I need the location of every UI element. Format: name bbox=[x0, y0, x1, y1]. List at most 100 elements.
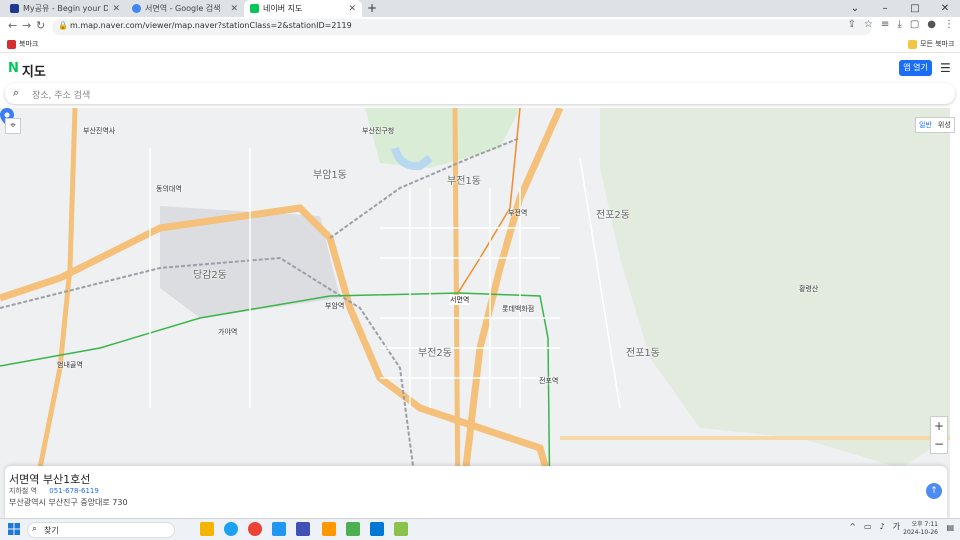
taskbar-search[interactable]: ⌕ 찾기 bbox=[27, 522, 175, 538]
new-tab-button[interactable]: + bbox=[367, 1, 377, 15]
zoom-in-button[interactable]: + bbox=[931, 417, 947, 435]
tab-favicon-icon bbox=[10, 4, 19, 13]
browser-toolbar: ← → ↻ 🔒 m.map.naver.com/viewer/map.naver… bbox=[0, 17, 960, 37]
close-icon[interactable]: ✕ bbox=[112, 4, 120, 14]
zoom-out-button[interactable]: − bbox=[931, 435, 947, 453]
lock-icon: 🔒 bbox=[58, 21, 68, 30]
mountain-area bbox=[600, 108, 950, 468]
tab-2[interactable]: 서면역 - Google 검색 ✕ bbox=[126, 0, 244, 17]
station-label[interactable]: 범내골역 bbox=[57, 360, 83, 370]
more-icon[interactable]: ⋮ bbox=[944, 19, 954, 30]
chevron-up-icon[interactable]: ^ bbox=[849, 522, 856, 531]
naver-map-logo[interactable]: N 지도 bbox=[8, 61, 46, 80]
reload-button[interactable]: ↻ bbox=[36, 19, 45, 32]
directions-arrow-icon[interactable]: ↑ bbox=[926, 483, 942, 499]
station-label[interactable]: 부전역 bbox=[508, 208, 527, 218]
file-explorer-icon[interactable] bbox=[200, 522, 214, 536]
close-icon[interactable]: ✕ bbox=[230, 4, 238, 14]
place-meta: 지하철 역 051-678-6119 bbox=[9, 486, 99, 496]
star-icon[interactable]: ☆ bbox=[864, 19, 873, 30]
place-phone[interactable]: 051-678-6119 bbox=[49, 487, 99, 495]
address-bar[interactable]: 🔒 m.map.naver.com/viewer/map.naver?stati… bbox=[52, 19, 872, 35]
vscode-icon[interactable] bbox=[370, 522, 384, 536]
map-type-satellite[interactable]: 위성 bbox=[935, 118, 954, 132]
search-bar[interactable]: ⌕ 장소, 주소 검색 bbox=[5, 83, 955, 104]
profile-icon[interactable]: ● bbox=[927, 19, 936, 30]
maximize-button[interactable]: □ bbox=[900, 0, 930, 17]
place-address: 부산광역시 부산진구 중앙대로 730 bbox=[9, 498, 128, 507]
tab-title: 서면역 - Google 검색 bbox=[145, 4, 221, 13]
toolbar-icons: ⇪ ☆ ≡ ⤓ ▢ ● ⋮ bbox=[848, 19, 954, 30]
west-road bbox=[27, 108, 78, 518]
forward-button[interactable]: → bbox=[22, 19, 31, 32]
poi-label[interactable]: 부산진구청 bbox=[362, 126, 394, 136]
tab-1[interactable]: My공유 - Begin your Download ✕ bbox=[4, 0, 126, 17]
tab-strip: My공유 - Begin your Download ✕ 서면역 - Googl… bbox=[0, 0, 960, 17]
chevron-down-icon[interactable]: ⌄ bbox=[840, 0, 870, 17]
close-window-button[interactable]: ✕ bbox=[930, 0, 960, 17]
station-label[interactable]: 부암역 bbox=[325, 301, 344, 311]
station-label[interactable]: 가야역 bbox=[218, 327, 237, 337]
bookmark-icon bbox=[7, 39, 16, 49]
open-app-button[interactable]: 앱 열기 bbox=[899, 60, 932, 76]
map-canvas[interactable]: 부암1동 당감2동 부전1동 전포2동 전포1동 부전2동 서면역 부전역 부암… bbox=[0, 108, 950, 518]
poi-label[interactable]: 롯데백화점 bbox=[502, 304, 534, 314]
clock-date: 2024-10-26 bbox=[903, 529, 938, 536]
download-icon[interactable]: ⤓ bbox=[897, 19, 901, 30]
naver-header: N 지도 앱 열기 ☰ bbox=[0, 53, 960, 82]
district-label: 전포1동 bbox=[626, 348, 660, 359]
station-label[interactable]: 서면역 bbox=[449, 295, 471, 305]
naver-map-icon bbox=[250, 4, 259, 13]
map-graphics bbox=[0, 108, 950, 518]
notification-icon[interactable]: ▤ bbox=[946, 523, 954, 532]
window-controls: ⌄ – □ ✕ bbox=[840, 0, 960, 17]
logo-n: N bbox=[8, 61, 19, 76]
menu-list-icon[interactable]: ≡ bbox=[881, 19, 889, 30]
bookmarks-bar: 북마크 모든 북마크 bbox=[0, 37, 960, 53]
app-icon[interactable] bbox=[272, 522, 286, 536]
place-info-card[interactable]: 서면역 부산1호선 지하철 역 051-678-6119 부산광역시 부산진구 … bbox=[5, 466, 947, 518]
volume-icon[interactable]: ♪ bbox=[880, 522, 885, 531]
district-label: 당감2동 bbox=[193, 270, 227, 281]
poi-label[interactable]: 동의대역 bbox=[156, 184, 182, 194]
language-icon[interactable]: 가 bbox=[893, 521, 900, 532]
clock[interactable]: 오후 7:11 2024-10-26 bbox=[903, 521, 938, 537]
app-icon[interactable] bbox=[346, 522, 360, 536]
windows-start-icon[interactable] bbox=[8, 523, 20, 535]
share-icon[interactable]: ⇪ bbox=[848, 19, 856, 30]
sidepanel-icon[interactable]: ▢ bbox=[910, 19, 919, 30]
bookmark-item[interactable]: 북마크 bbox=[7, 39, 38, 49]
taskbar-search-text: 찾기 bbox=[44, 526, 59, 535]
chrome-icon[interactable] bbox=[248, 522, 262, 536]
edge-icon[interactable] bbox=[224, 522, 238, 536]
zoom-control: + − bbox=[930, 416, 948, 454]
district-label: 전포2동 bbox=[596, 210, 630, 221]
bookmark-label: 북마크 bbox=[19, 40, 39, 48]
place-name[interactable]: 서면역 부산1호선 bbox=[9, 471, 90, 487]
central-road bbox=[452, 108, 461, 518]
tab-title: My공유 - Begin your Download bbox=[23, 4, 109, 13]
district-label: 부전2동 bbox=[418, 348, 452, 359]
minimize-button[interactable]: – bbox=[870, 0, 900, 17]
search-icon: ⌕ bbox=[13, 86, 20, 99]
back-button[interactable]: ← bbox=[8, 19, 17, 32]
app-icon[interactable] bbox=[322, 522, 336, 536]
close-icon[interactable]: ✕ bbox=[348, 4, 356, 14]
clock-time: 오후 7:11 bbox=[911, 521, 938, 528]
search-input[interactable]: 장소, 주소 검색 bbox=[32, 88, 90, 101]
district-label: 부전1동 bbox=[447, 176, 481, 187]
park-area bbox=[365, 108, 520, 168]
hamburger-menu-icon[interactable]: ☰ bbox=[940, 61, 951, 75]
network-icon[interactable]: ▭ bbox=[864, 522, 872, 531]
url-text: m.map.naver.com/viewer/map.naver?station… bbox=[70, 21, 352, 30]
app-icon[interactable] bbox=[296, 522, 310, 536]
tab-3[interactable]: 네이버 지도 ✕ bbox=[244, 0, 362, 17]
google-icon bbox=[132, 4, 141, 13]
bookmark-label: 모든 북마크 bbox=[920, 40, 955, 48]
map-type-normal[interactable]: 일반 bbox=[916, 118, 935, 132]
poi-label[interactable]: 부산진역사 bbox=[83, 126, 115, 136]
station-label[interactable]: 전포역 bbox=[539, 376, 558, 386]
app-icon[interactable] bbox=[394, 522, 408, 536]
current-location-button[interactable]: ⌖ bbox=[5, 118, 21, 134]
all-bookmarks[interactable]: 모든 북마크 bbox=[908, 39, 954, 49]
